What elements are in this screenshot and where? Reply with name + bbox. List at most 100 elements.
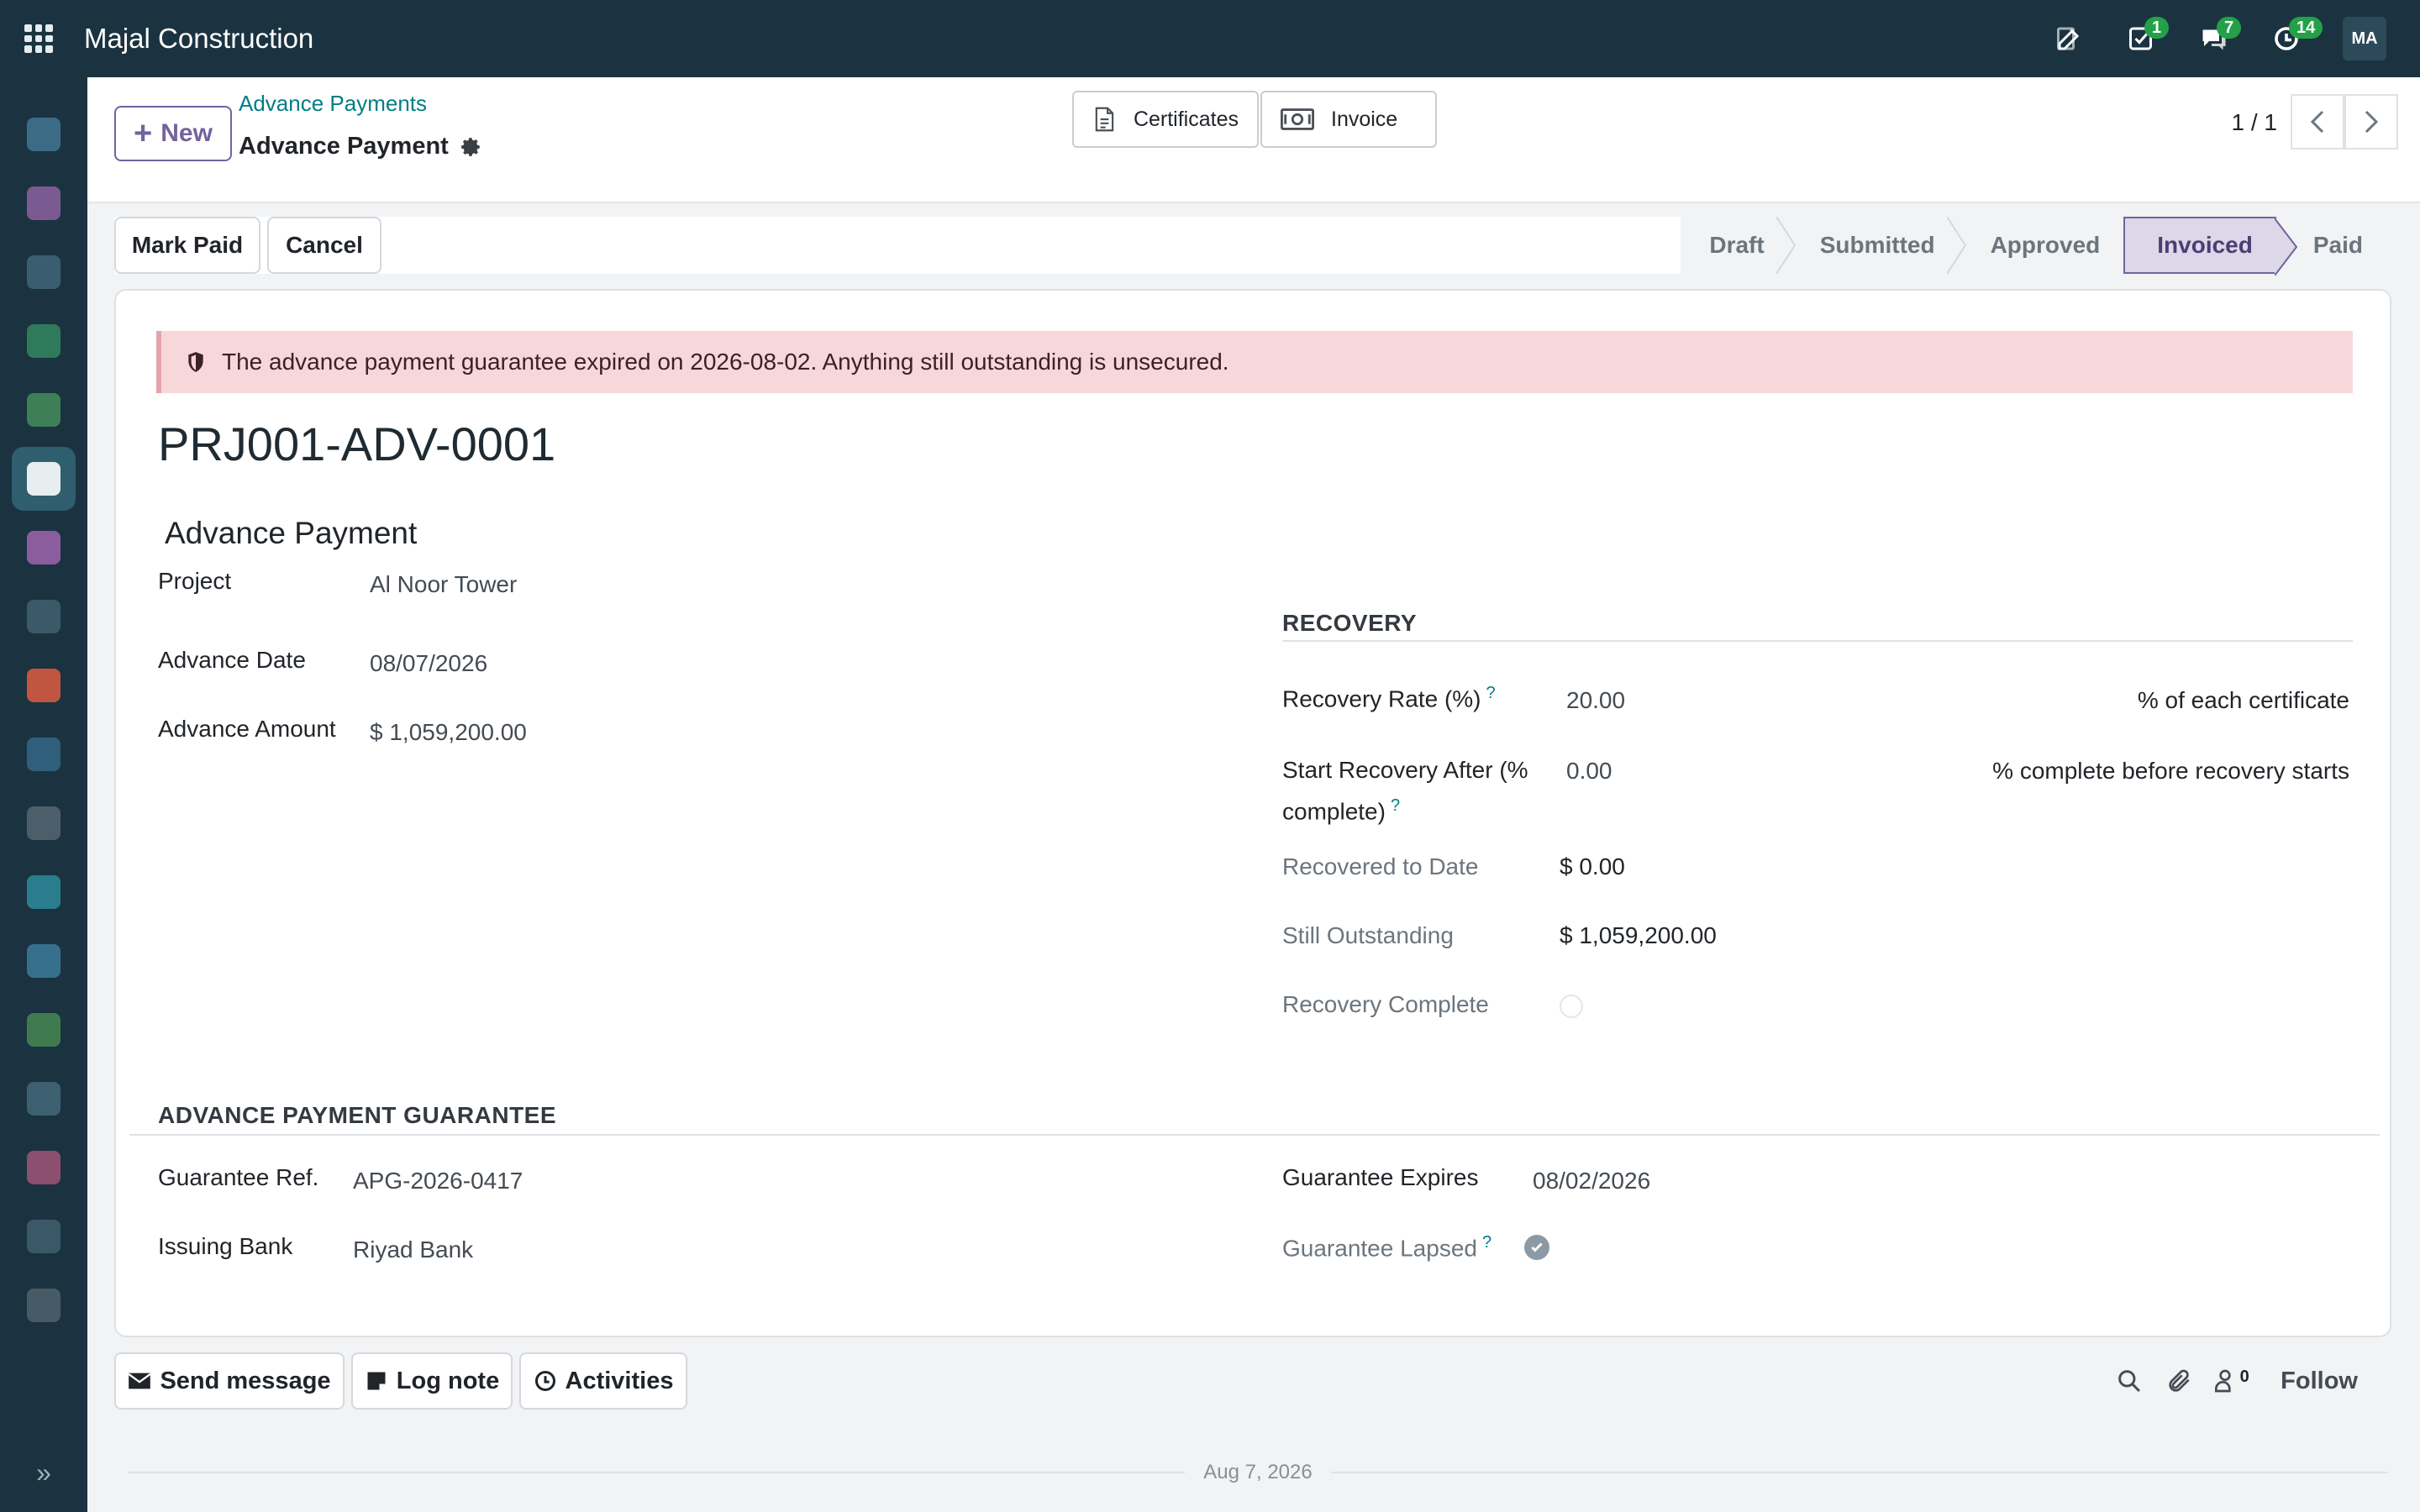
sidebar-warehouse-icon[interactable]	[12, 998, 76, 1062]
sidebar-discuss-icon[interactable]	[12, 102, 76, 166]
guarantee-section-title: ADVANCE PAYMENT GUARANTEE	[158, 1102, 557, 1128]
pager-value[interactable]: 1 / 1	[2232, 109, 2277, 136]
recovered-to-date-value: $ 0.00	[1560, 853, 1625, 879]
chevron-right-icon	[2365, 110, 2379, 134]
guarantee-lapsed-label: Guarantee Lapsed?	[1282, 1233, 1492, 1262]
breadcrumb-parent-link[interactable]: Advance Payments	[239, 91, 427, 117]
help-icon[interactable]: ?	[1482, 1233, 1491, 1252]
recovered-to-date-label: Recovered to Date	[1282, 853, 1479, 879]
check-icon	[1531, 1242, 1543, 1252]
envelope-icon	[128, 1373, 151, 1389]
app-menu-icon[interactable]	[0, 0, 77, 77]
certificates-smart-button[interactable]: Certificates	[1072, 91, 1259, 148]
clock-icon[interactable]: 14	[2250, 0, 2323, 77]
help-icon[interactable]: ?	[1391, 796, 1400, 815]
user-avatar[interactable]: MA	[2343, 17, 2386, 60]
sidebar-checklist-icon[interactable]	[12, 309, 76, 373]
breadcrumb-current: Advance Payment	[239, 133, 482, 160]
navbar: Majal Construction 1 7 14 MA	[0, 0, 2420, 77]
recovery-rate-field[interactable]: 20.00	[1566, 687, 1625, 714]
sidebar-sliders-icon[interactable]	[12, 791, 76, 855]
invoice-smart-button[interactable]: Invoice	[1260, 91, 1437, 148]
pager-previous-button[interactable]	[2291, 94, 2344, 150]
note-icon	[367, 1372, 386, 1390]
project-field[interactable]: Al Noor Tower	[370, 571, 517, 598]
guarantee-expires-field[interactable]: 08/02/2026	[1533, 1168, 1650, 1194]
sidebar-expand-icon[interactable]: »	[0, 1457, 87, 1488]
guarantee-lapsed-checkbox	[1524, 1235, 1549, 1260]
recovery-complete-label: Recovery Complete	[1282, 991, 1489, 1017]
money-icon	[1281, 108, 1314, 130]
new-button[interactable]: + New	[114, 106, 232, 161]
sidebar-team-icon[interactable]	[12, 1136, 76, 1200]
status-stages: Draft Submitted Approved Invoiced Paid	[1681, 217, 2391, 276]
cancel-button[interactable]: Cancel	[267, 217, 381, 274]
advance-amount-field[interactable]: $ 1,059,200.00	[370, 719, 527, 746]
stage-submitted[interactable]: Submitted	[1788, 217, 1966, 274]
followers-count: 0	[2239, 1368, 2249, 1386]
activities-badge: 1	[2144, 17, 2170, 39]
start-recovery-hint: % complete before recovery starts	[1992, 758, 2349, 784]
recovery-rate-hint: % of each certificate	[2137, 687, 2349, 713]
sidebar-web-icon[interactable]	[12, 860, 76, 924]
help-icon[interactable]: ?	[1486, 684, 1496, 702]
guarantee-divider	[129, 1134, 2380, 1136]
sidebar-settings-list-icon[interactable]	[12, 585, 76, 648]
follow-button[interactable]: Follow	[2281, 1368, 2358, 1395]
gear-icon[interactable]	[460, 136, 482, 158]
still-outstanding-label: Still Outstanding	[1282, 922, 1454, 948]
clock-badge: 14	[2289, 17, 2323, 39]
chevron-left-icon	[2310, 110, 2324, 134]
pager-next-button[interactable]	[2344, 94, 2398, 150]
stage-draft[interactable]: Draft	[1681, 217, 1796, 274]
guarantee-ref-label: Guarantee Ref.	[158, 1164, 319, 1190]
guarantee-expires-label: Guarantee Expires	[1282, 1164, 1479, 1190]
still-outstanding-value: $ 1,059,200.00	[1560, 922, 1717, 948]
sidebar-notes-icon[interactable]	[12, 929, 76, 993]
recovery-section-title: RECOVERY	[1282, 610, 1418, 636]
activities-icon[interactable]: 1	[2106, 0, 2178, 77]
sidebar-tools-icon[interactable]	[12, 1067, 76, 1131]
plus-icon: +	[134, 116, 153, 151]
sidebar-config-icon[interactable]	[12, 1273, 76, 1337]
advance-date-field[interactable]: 08/07/2026	[370, 650, 487, 677]
messages-icon[interactable]: 7	[2178, 0, 2250, 77]
shield-icon	[188, 352, 203, 372]
mark-paid-button[interactable]: Mark Paid	[114, 217, 260, 274]
sidebar-modules-icon[interactable]	[12, 1205, 76, 1268]
form-statusbar: Mark Paid Cancel Draft Submitted Approve…	[114, 217, 2391, 276]
project-label: Project	[158, 568, 232, 594]
sidebar-tasks-icon[interactable]	[12, 378, 76, 442]
messages-badge: 7	[2217, 17, 2242, 39]
guarantee-ref-field[interactable]: APG-2026-0417	[353, 1168, 523, 1194]
sidebar-link-icon[interactable]	[12, 722, 76, 786]
advance-amount-label: Advance Amount	[158, 716, 336, 742]
send-message-button[interactable]: Send message	[114, 1352, 345, 1410]
stage-invoiced[interactable]: Invoiced	[2123, 217, 2298, 276]
search-icon[interactable]	[2104, 1368, 2154, 1394]
app-title[interactable]: Majal Construction	[84, 23, 313, 55]
log-note-button[interactable]: Log note	[351, 1352, 513, 1410]
app-sidebar: »	[0, 77, 87, 1512]
sidebar-dashboard-icon[interactable]	[12, 516, 76, 580]
advance-payment-group-title: Advance Payment	[165, 516, 418, 550]
start-recovery-label: Start Recovery After (% complete)?	[1282, 757, 1528, 825]
edit-icon[interactable]	[2033, 0, 2106, 77]
sidebar-shield-icon[interactable]	[12, 171, 76, 235]
issuing-bank-field[interactable]: Riyad Bank	[353, 1236, 473, 1263]
stage-approved[interactable]: Approved	[1959, 217, 2124, 274]
advance-date-label: Advance Date	[158, 647, 306, 673]
sidebar-construction-icon[interactable]	[12, 447, 76, 511]
form-sheet: The advance payment guarantee expired on…	[114, 289, 2391, 1337]
date-separator: Aug 7, 2026	[128, 1460, 2389, 1485]
recovery-rate-label: Recovery Rate (%)?	[1282, 684, 1496, 712]
record-name[interactable]: PRJ001-ADV-0001	[158, 417, 555, 471]
sidebar-wallet-icon[interactable]	[12, 654, 76, 717]
followers-icon[interactable]: 0	[2205, 1368, 2255, 1394]
chatter-toolbar: 0 Follow	[2104, 1352, 2420, 1410]
paperclip-icon[interactable]	[2154, 1368, 2205, 1394]
activities-button[interactable]: Activities	[519, 1352, 687, 1410]
sidebar-apps-icon[interactable]	[12, 240, 76, 304]
start-recovery-field[interactable]: 0.00	[1566, 758, 1612, 785]
recovery-divider	[1282, 640, 2353, 642]
